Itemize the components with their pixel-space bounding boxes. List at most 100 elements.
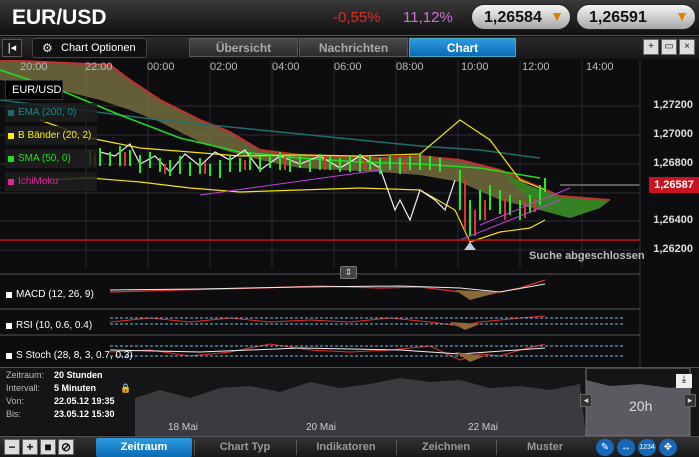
- legend-item-ichimoku[interactable]: IchiMoku: [5, 172, 97, 191]
- navigator-info: Zeitraum: 20 Stunden Intervall: 5 Minute…: [2, 370, 132, 422]
- zoom-in-button[interactable]: +: [22, 439, 38, 455]
- navigator-value: 5 Minuten: [54, 383, 96, 393]
- down-arrow-icon: ▼: [675, 8, 689, 24]
- numbers-tool-icon[interactable]: 1234: [638, 439, 656, 456]
- bid-price-button[interactable]: 1,26584 ▼: [471, 4, 571, 30]
- macd-signal: [109, 283, 546, 293]
- price-chart[interactable]: 20:00 22:00 00:00 02:00 04:00 06:00 08:0…: [0, 60, 699, 366]
- volatility-percent: 11,12%: [403, 9, 453, 26]
- bid-price: 1,26584: [484, 9, 542, 26]
- legend-label: IchiMoku: [18, 176, 59, 187]
- tab-drawing[interactable]: Zeichnen: [398, 438, 494, 457]
- legend-label: EMA (200, 0): [18, 107, 77, 118]
- time-axis-label: 02:00: [210, 61, 238, 73]
- legend-swatch: [8, 179, 14, 185]
- price-axis-label: 1,26200: [653, 243, 693, 255]
- navigator-key: Zeitraum:: [6, 370, 45, 380]
- time-axis-label: 10:00: [461, 61, 489, 73]
- navigator-left-handle[interactable]: ◂: [580, 394, 592, 407]
- price-axis-label: 1,26400: [653, 214, 693, 226]
- divider: [496, 440, 497, 455]
- draw-tool-icon[interactable]: ✎: [596, 439, 614, 456]
- triangle-marker: [464, 242, 476, 250]
- time-axis-label: 08:00: [396, 61, 424, 73]
- navigator-date: 22 Mai: [468, 422, 499, 433]
- current-price-badge: 1,26587: [649, 177, 699, 193]
- navigator-right-handle[interactable]: ▸: [684, 394, 696, 407]
- time-axis-label: 22:00: [85, 61, 113, 73]
- time-axis-label: 20:00: [20, 61, 48, 73]
- window-controls: + ▭ ×: [643, 39, 695, 55]
- legend-item-sma[interactable]: SMA (50, 0): [5, 149, 97, 168]
- pan-tool-icon[interactable]: ↔: [617, 439, 635, 456]
- chart-canvas: [0, 60, 641, 366]
- maximize-icon[interactable]: ▭: [661, 39, 677, 55]
- currency-pair-title: EUR/USD: [12, 6, 107, 29]
- divider: [296, 440, 297, 455]
- tab-news[interactable]: Nachrichten: [299, 38, 408, 57]
- legend-swatch: [8, 110, 14, 116]
- price-axis-label: 1,27000: [653, 128, 693, 140]
- indicator-label-macd[interactable]: MACD (12, 26, 9): [4, 289, 94, 300]
- tab-bar: |◂ ⚙ Chart Optionen Übersicht Nachrichte…: [0, 37, 699, 59]
- down-arrow-icon: ▼: [550, 8, 564, 24]
- stop-button[interactable]: ■: [40, 439, 56, 455]
- ask-price: 1,26591: [589, 9, 647, 26]
- chart-legend: EUR/USD EMA (200, 0) B Bänder (20, 2) SM…: [5, 80, 97, 195]
- ask-price-button[interactable]: 1,26591 ▼: [576, 4, 696, 30]
- navigator-key: Von:: [6, 396, 25, 406]
- quote-header: EUR/USD -0,55% 11,12% 1,26584 ▼ 1,26591 …: [0, 0, 699, 36]
- time-axis-label: 14:00: [586, 61, 614, 73]
- tab-chart-type[interactable]: Chart Typ: [196, 438, 294, 457]
- legend-label: SMA (50, 0): [18, 153, 71, 164]
- navigator-area: [135, 378, 586, 436]
- time-axis-label: 12:00: [522, 61, 550, 73]
- legend-item-bollinger[interactable]: B Bänder (20, 2): [5, 126, 97, 145]
- gear-icon: ⚙: [42, 41, 53, 55]
- tab-chart[interactable]: Chart: [409, 38, 516, 57]
- legend-label: B Bänder (20, 2): [18, 130, 92, 141]
- tab-overview[interactable]: Übersicht: [189, 38, 298, 57]
- navigator-key: Intervall:: [6, 383, 41, 393]
- cancel-icon[interactable]: ⊘: [58, 439, 74, 455]
- legend-title: EUR/USD: [5, 80, 63, 100]
- divider: [396, 440, 397, 455]
- close-icon[interactable]: ×: [679, 39, 695, 55]
- navigator-value: 23.05.12 15:30: [54, 409, 115, 419]
- chart-options-button[interactable]: ⚙ Chart Optionen: [32, 38, 147, 58]
- pane-resize-handle[interactable]: ⇕: [340, 266, 357, 279]
- price-axis-label: 1,26800: [653, 157, 693, 169]
- zoom-out-button[interactable]: −: [4, 439, 20, 455]
- tab-indicators[interactable]: Indikatoren: [298, 438, 394, 457]
- change-percent: -0,55%: [333, 9, 381, 26]
- status-text: Suche abgeschlossen: [529, 250, 645, 262]
- bottom-toolbar: − + ■ ⊘ Zeitraum Chart Typ Indikatoren Z…: [0, 436, 699, 457]
- tab-patterns[interactable]: Muster: [498, 438, 592, 457]
- navigator-row: Bis: 23.05.12 15:30: [2, 409, 132, 421]
- collapse-panel-button[interactable]: |◂: [2, 39, 22, 57]
- navigator-date: 18 Mai: [168, 422, 199, 433]
- time-axis-label: 00:00: [147, 61, 175, 73]
- navigator-row: Intervall: 5 Minuten 🔒: [2, 383, 132, 395]
- move-tool-icon[interactable]: ✥: [659, 439, 677, 456]
- price-axis-label: 1,27200: [653, 99, 693, 111]
- divider: [194, 440, 195, 455]
- indicator-label-rsi[interactable]: RSI (10, 0.6, 0.4): [4, 320, 92, 331]
- navigator-row: Zeitraum: 20 Stunden: [2, 370, 132, 382]
- add-window-button[interactable]: +: [643, 39, 659, 55]
- tab-period[interactable]: Zeitraum: [96, 438, 192, 457]
- navigator-value: 20 Stunden: [54, 370, 103, 380]
- navigator-value: 22.05.12 19:35: [54, 396, 115, 406]
- lock-icon[interactable]: 🔒: [120, 383, 131, 394]
- download-icon[interactable]: ⤓: [676, 374, 692, 388]
- chart-options-label: Chart Optionen: [61, 42, 136, 54]
- indicator-label-stoch[interactable]: S Stoch (28, 8, 3, 0.7, 0.3): [4, 350, 133, 361]
- navigator-date: 20 Mai: [306, 422, 337, 433]
- time-navigator[interactable]: Zeitraum: 20 Stunden Intervall: 5 Minute…: [0, 367, 699, 436]
- legend-swatch: [8, 156, 14, 162]
- navigator-window-label: 20h: [629, 398, 653, 414]
- legend-item-ema[interactable]: EMA (200, 0): [5, 103, 97, 122]
- legend-swatch: [8, 133, 14, 139]
- navigator-key: Bis:: [6, 409, 22, 419]
- time-axis-label: 06:00: [334, 61, 362, 73]
